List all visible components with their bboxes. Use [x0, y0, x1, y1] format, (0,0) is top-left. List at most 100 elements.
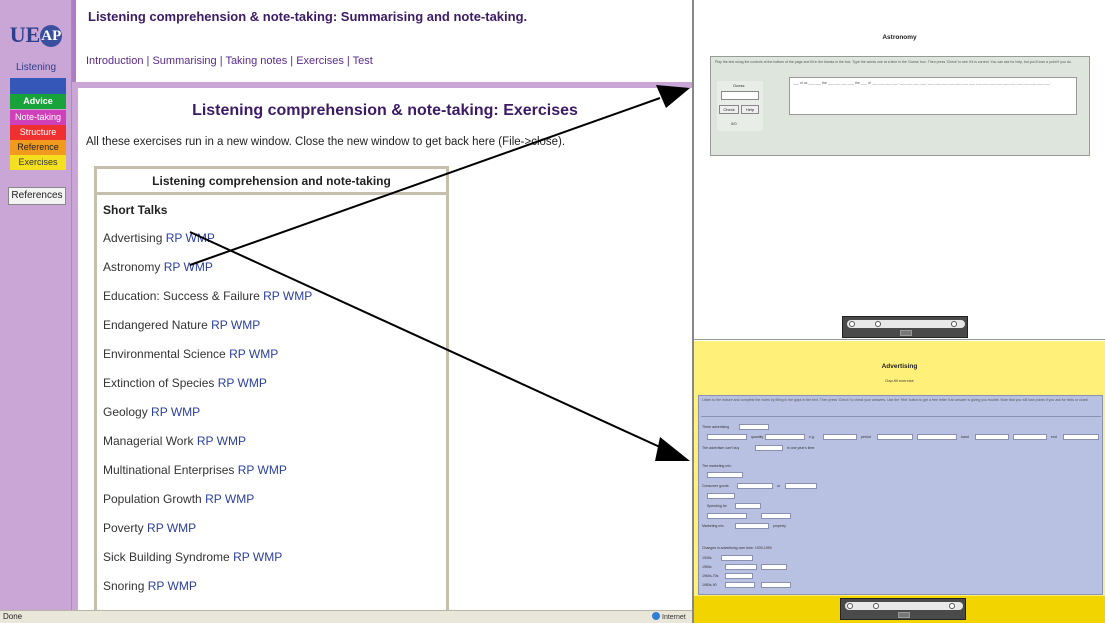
- player-knob[interactable]: [949, 603, 955, 609]
- guess-label: Guess: [733, 83, 745, 88]
- exercise-row: Astronomy RP WMP: [103, 260, 213, 274]
- gap-field[interactable]: [761, 513, 791, 519]
- player-knob[interactable]: [847, 603, 853, 609]
- seek-track[interactable]: [845, 602, 963, 610]
- gap-field[interactable]: [737, 483, 773, 489]
- play-button[interactable]: [900, 330, 912, 336]
- gap-field[interactable]: [1013, 434, 1047, 440]
- rp-link[interactable]: RP: [147, 521, 163, 535]
- advertising-subtitle: Gap-fill exercise: [885, 378, 914, 383]
- player-knob[interactable]: [951, 321, 957, 327]
- rp-link[interactable]: RP: [218, 376, 234, 390]
- play-button[interactable]: [898, 612, 910, 618]
- nav-blank-item: [10, 78, 66, 94]
- notes-label: band: [961, 435, 969, 439]
- gap-field[interactable]: [877, 434, 913, 440]
- wmp-link[interactable]: WMP: [167, 521, 196, 535]
- nav-item-note-taking[interactable]: Note-taking: [10, 110, 66, 125]
- link-introduction[interactable]: Introduction: [86, 55, 143, 67]
- exercise-table: Listening comprehension and note-taking …: [94, 166, 449, 610]
- nav-item-structure[interactable]: Structure: [10, 125, 66, 140]
- rp-link[interactable]: RP: [263, 289, 279, 303]
- wmp-link[interactable]: WMP: [186, 231, 215, 245]
- exercise-row: Managerial Work RP WMP: [103, 434, 246, 448]
- guess-input[interactable]: [721, 91, 759, 100]
- link-exercises[interactable]: Exercises: [296, 55, 344, 67]
- section-label: Listening: [15, 62, 57, 73]
- gap-field[interactable]: [975, 434, 1009, 440]
- wmp-link[interactable]: WMP: [217, 434, 246, 448]
- gap-field[interactable]: [765, 434, 805, 440]
- seek-track[interactable]: [847, 320, 965, 328]
- gap-field[interactable]: [785, 483, 817, 489]
- wmp-link[interactable]: WMP: [225, 492, 254, 506]
- help-button[interactable]: Help: [741, 105, 759, 114]
- gap-field[interactable]: [917, 434, 957, 440]
- exercise-title: Managerial Work: [103, 434, 194, 448]
- year-label: 1950s: [702, 565, 712, 569]
- gap-field[interactable]: [721, 555, 753, 561]
- wmp-link[interactable]: WMP: [253, 550, 282, 564]
- wmp-link[interactable]: WMP: [231, 318, 260, 332]
- gap-field[interactable]: [725, 573, 753, 579]
- link-taking-notes[interactable]: Taking notes: [225, 55, 287, 67]
- wmp-link[interactable]: WMP: [184, 260, 213, 274]
- wmp-link[interactable]: WMP: [249, 347, 278, 361]
- rp-link[interactable]: RP: [211, 318, 227, 332]
- exercise-title: Environmental Science: [103, 347, 226, 361]
- nav-item-exercises[interactable]: Exercises: [10, 155, 66, 170]
- wmp-link[interactable]: WMP: [283, 289, 312, 303]
- gap-field[interactable]: [707, 513, 747, 519]
- gap-field[interactable]: [735, 523, 769, 529]
- check-button[interactable]: Check: [719, 105, 739, 114]
- astronomy-media-player[interactable]: [842, 316, 968, 338]
- rp-link[interactable]: RP: [164, 260, 180, 274]
- rp-link[interactable]: RP: [148, 579, 164, 593]
- rp-link[interactable]: RP: [166, 231, 182, 245]
- wmp-link[interactable]: WMP: [258, 463, 287, 477]
- exercise-title: Extinction of Species: [103, 376, 215, 390]
- gap-field[interactable]: [761, 564, 787, 570]
- rp-link[interactable]: RP: [151, 405, 167, 419]
- content-heading: Listening comprehension & note-taking: E…: [192, 102, 578, 119]
- gap-field[interactable]: [707, 472, 743, 478]
- wmp-link[interactable]: WMP: [171, 405, 200, 419]
- gap-field[interactable]: [707, 434, 747, 440]
- gap-field[interactable]: [1063, 434, 1099, 440]
- wmp-link[interactable]: WMP: [238, 376, 267, 390]
- link-summarising[interactable]: Summarising: [152, 55, 216, 67]
- globe-icon: [652, 612, 660, 620]
- exercise-title: Education: Success & Failure: [103, 289, 260, 303]
- player-knob[interactable]: [849, 321, 855, 327]
- rp-link[interactable]: RP: [233, 550, 249, 564]
- gap-field[interactable]: [755, 445, 783, 451]
- link-test[interactable]: Test: [353, 55, 373, 67]
- player-knob[interactable]: [875, 321, 881, 327]
- references-button[interactable]: References: [8, 187, 66, 205]
- gap-field[interactable]: [739, 424, 769, 430]
- gap-field[interactable]: [761, 582, 791, 588]
- nav-item-reference[interactable]: Reference: [10, 140, 66, 155]
- exercise-row: Snoring RP WMP: [103, 579, 197, 593]
- gap-field[interactable]: [725, 564, 757, 570]
- gap-field[interactable]: [823, 434, 857, 440]
- notes-label: in one year's time: [787, 446, 815, 450]
- notes-label: property: [773, 524, 786, 528]
- gap-field[interactable]: [707, 493, 735, 499]
- gap-fill-passage[interactable]: ___ of us ___ ___ the ___ ___ ___ ___ th…: [789, 77, 1077, 115]
- gap-field[interactable]: [735, 503, 761, 509]
- rp-link[interactable]: RP: [229, 347, 245, 361]
- exercise-title: Astronomy: [103, 260, 161, 274]
- uefap-logo[interactable]: UEAP: [6, 22, 66, 56]
- advertising-player-bar: [694, 596, 1105, 623]
- nav-item-advice[interactable]: Advice: [10, 94, 66, 109]
- wmp-link[interactable]: WMP: [168, 579, 197, 593]
- advertising-media-player[interactable]: [840, 598, 966, 620]
- rp-link[interactable]: RP: [197, 434, 213, 448]
- rp-link[interactable]: RP: [238, 463, 254, 477]
- exercise-title: Multinational Enterprises: [103, 463, 235, 477]
- player-knob[interactable]: [873, 603, 879, 609]
- rp-link[interactable]: RP: [205, 492, 221, 506]
- gap-field[interactable]: [725, 582, 755, 588]
- notes-label: e.g.: [809, 435, 815, 439]
